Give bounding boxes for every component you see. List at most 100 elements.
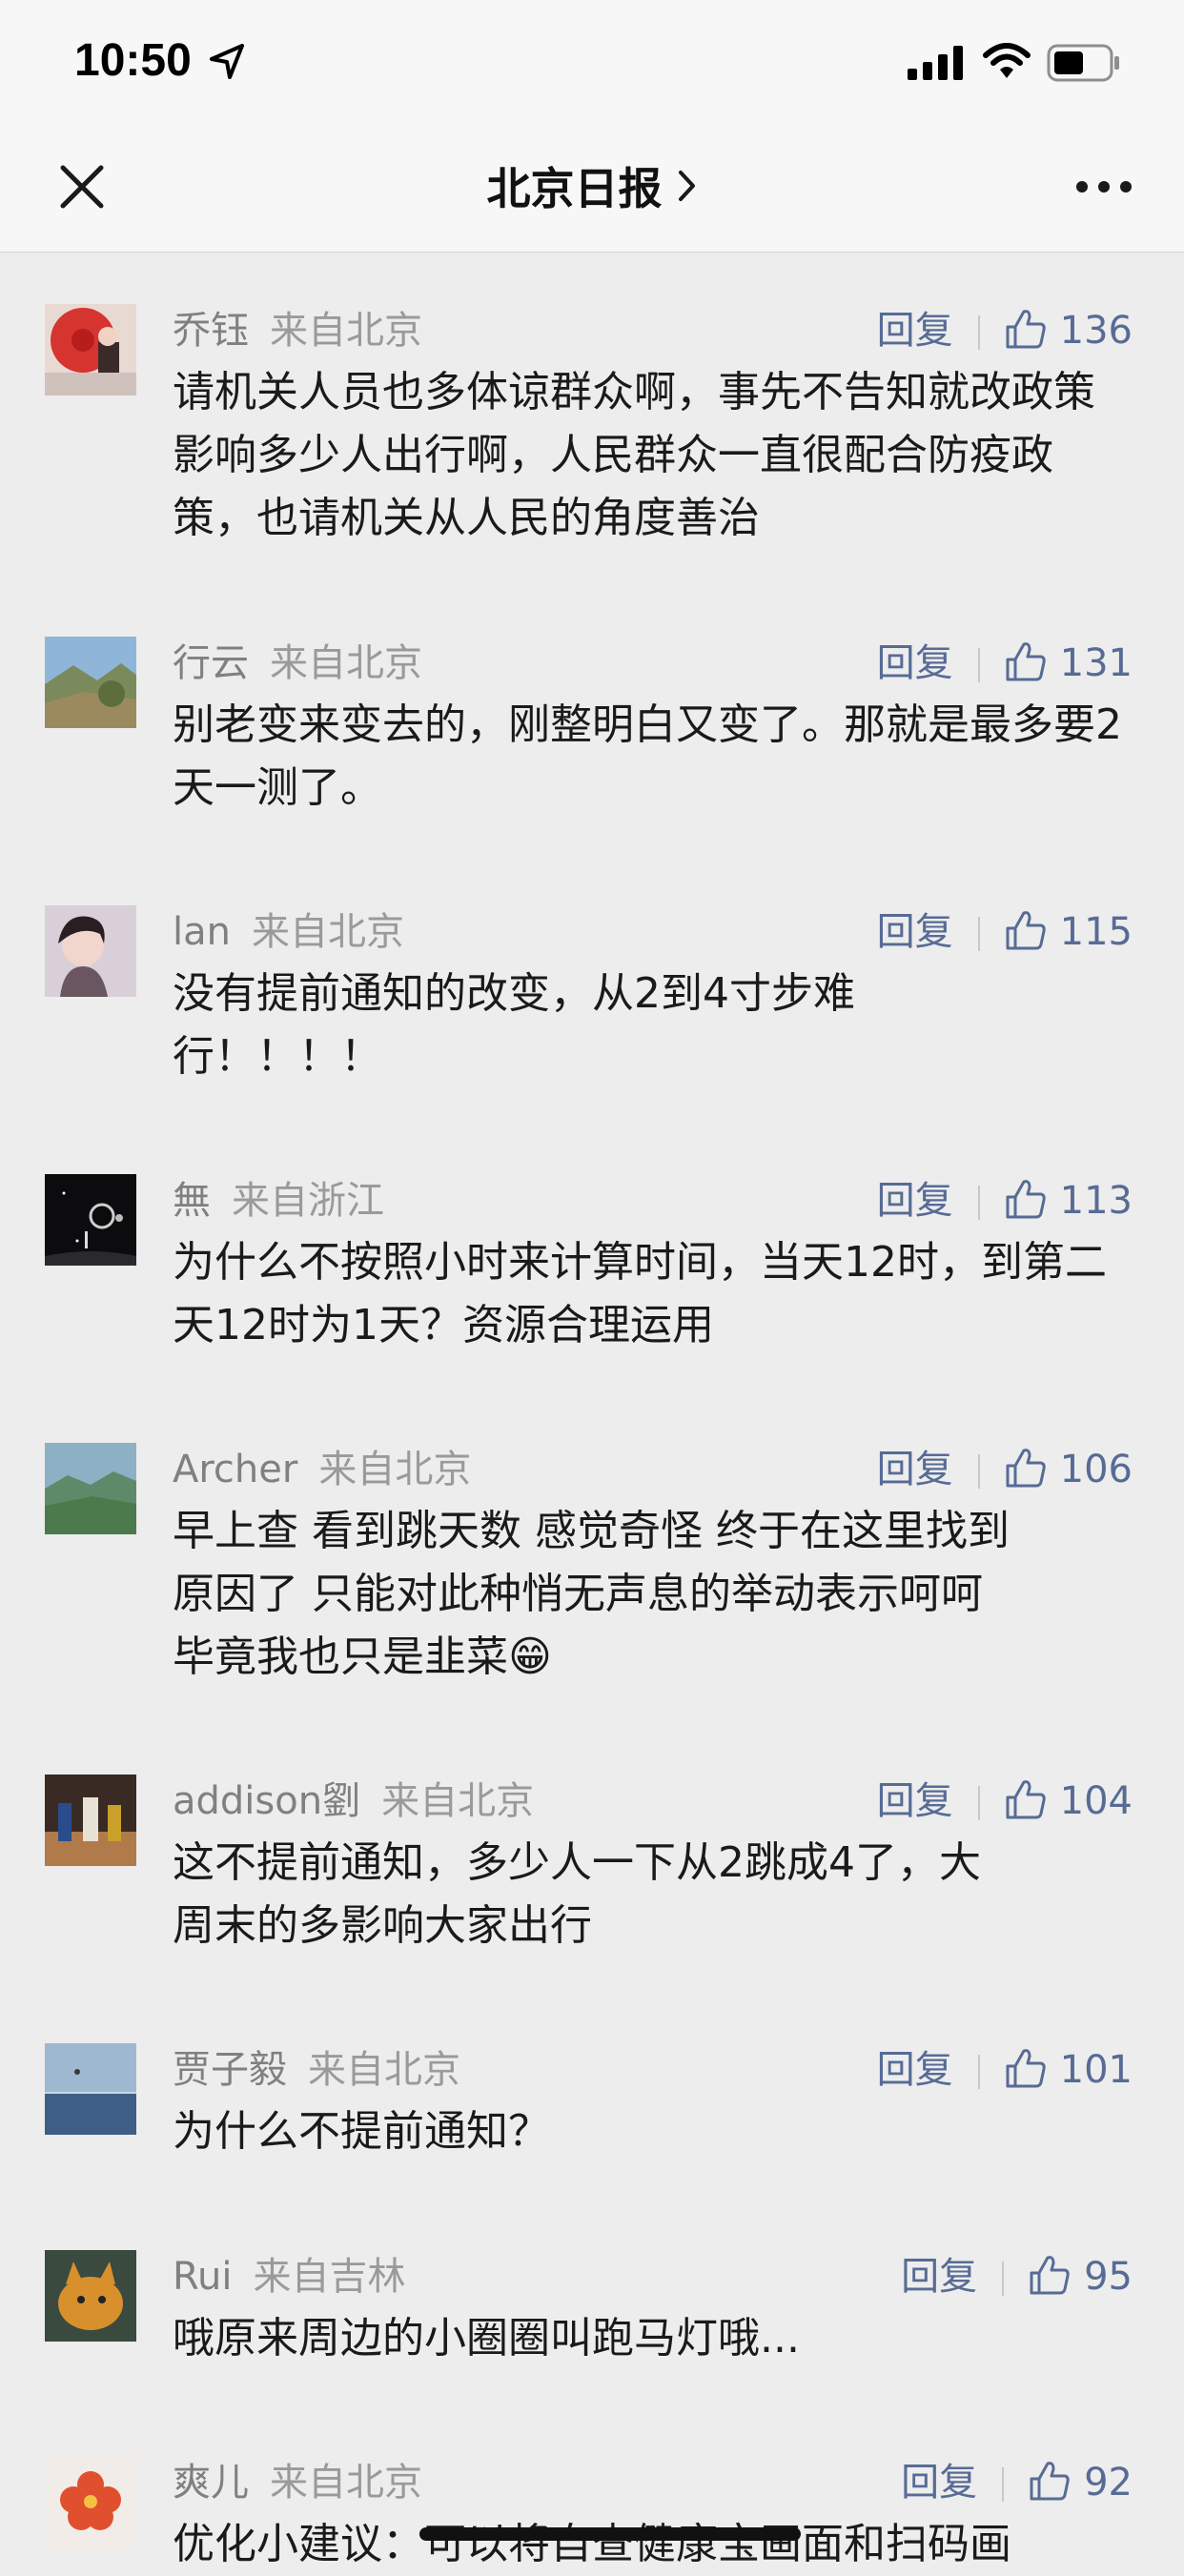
status-time: 10:50 (74, 35, 192, 86)
like-count: 131 (1059, 641, 1133, 685)
comment-meta: Rui 来自吉林 (173, 2248, 405, 2305)
like-count: 101 (1059, 2048, 1133, 2092)
wifi-icon (983, 43, 1031, 78)
thumbs-up-icon[interactable] (1005, 1778, 1047, 1820)
location-arrow-icon (210, 44, 244, 79)
nav-bar: 北京日报 (0, 126, 1184, 253)
comment-meta: 乔钰 来自北京 (173, 302, 422, 359)
status-bar: 10:50 (0, 0, 1184, 126)
page-title[interactable]: 北京日报 (486, 163, 662, 214)
comment-meta: 贾子毅 来自北京 (173, 2041, 460, 2099)
like-count: 113 (1059, 1179, 1133, 1223)
thumbs-up-icon[interactable] (1005, 308, 1047, 350)
location: 来自北京 (251, 910, 404, 954)
divider (1002, 2262, 1005, 2296)
avatar[interactable] (45, 304, 136, 396)
divider (977, 917, 980, 951)
divider (977, 648, 980, 682)
like-count: 95 (1084, 2255, 1133, 2299)
username[interactable]: 乔钰 (173, 309, 249, 353)
divider (977, 2055, 980, 2089)
thumbs-up-icon[interactable] (1029, 2460, 1071, 2502)
divider (977, 1786, 980, 1820)
comment-text: 没有提前通知的改变，从2到4寸步难 行！！！！ (173, 969, 855, 1081)
avatar[interactable] (45, 2250, 136, 2342)
comment-text: 哦原来周边的小圈圈叫跑马灯哦... (173, 2314, 800, 2363)
more-icon[interactable] (1075, 179, 1133, 194)
like-count: 92 (1084, 2461, 1133, 2505)
comment-text: 为什么不按照小时来计算时间，当天12时，到第二天12时为1天？资源合理运用 (173, 1238, 1107, 1349)
comment-text: 优化小建议：可以将自查健康宝画面和扫码画 (173, 2520, 1011, 2568)
comment-actions: 回复 106 (877, 1441, 1133, 1498)
location: 来自浙江 (232, 1179, 384, 1223)
location: 来自北京 (318, 1448, 472, 1491)
cellular-signal-icon (908, 46, 963, 80)
comment-meta: 行云 来自北京 (173, 635, 422, 692)
reply-button[interactable]: 回复 (877, 903, 953, 961)
reply-button[interactable]: 回复 (877, 1773, 953, 1830)
thumbs-up-icon[interactable] (1005, 909, 1047, 951)
reply-button[interactable]: 回复 (877, 1441, 953, 1498)
battery-icon (1047, 44, 1119, 82)
comment-actions: 回复 104 (877, 1773, 1133, 1830)
reply-button[interactable]: 回复 (901, 2454, 977, 2511)
divider (977, 1454, 980, 1489)
reply-button[interactable]: 回复 (901, 2248, 977, 2305)
username[interactable]: Rui (173, 2255, 232, 2299)
divider (977, 315, 980, 350)
reply-button[interactable]: 回复 (877, 635, 953, 692)
thumbs-up-icon[interactable] (1005, 1178, 1047, 1220)
like-count: 104 (1059, 1779, 1133, 1823)
divider (977, 1186, 980, 1220)
thumbs-up-icon[interactable] (1029, 2254, 1071, 2296)
comment-meta: addison劉 来自北京 (173, 1773, 534, 1830)
avatar[interactable] (45, 1775, 136, 1866)
reply-button[interactable]: 回复 (877, 2041, 953, 2099)
comment-text: 别老变来变去的，刚整明白又变了。那就是最多要2天一测了。 (173, 700, 1122, 812)
thumbs-up-icon[interactable] (1005, 640, 1047, 682)
avatar[interactable] (45, 1174, 136, 1266)
comment-meta: 無来自浙江 (173, 1172, 384, 1229)
avatar[interactable] (45, 637, 136, 728)
comment-meta: 爽儿 来自北京 (173, 2454, 422, 2511)
comment-actions: 回复 92 (901, 2454, 1133, 2511)
location: 来自北京 (381, 1779, 535, 1823)
like-count: 136 (1059, 309, 1133, 353)
chevron-right-icon[interactable] (677, 167, 698, 205)
comment-text: 请机关人员也多体谅群众啊，事先不告知就改政策影响多少人出行啊，人民群众一直很配合… (173, 368, 1095, 542)
username[interactable]: 爽儿 (173, 2461, 249, 2505)
title-wrap[interactable]: 北京日报 (0, 154, 1184, 217)
comment-text: 这不提前通知，多少人一下从2跳成4了，大 周末的多影响大家出行 (173, 1838, 981, 1950)
username[interactable]: lan (173, 910, 231, 954)
home-indicator[interactable] (419, 2527, 801, 2541)
location: 来自北京 (308, 2048, 460, 2092)
username[interactable]: 贾子毅 (173, 2048, 287, 2092)
location: 来自北京 (270, 641, 422, 685)
avatar[interactable] (45, 1443, 136, 1534)
location: 来自北京 (270, 309, 422, 353)
thumbs-up-icon[interactable] (1005, 2047, 1047, 2089)
comment-actions: 回复 95 (901, 2248, 1133, 2305)
username[interactable]: 行云 (173, 641, 249, 685)
comment-text: 为什么不提前通知？ (173, 2107, 550, 2156)
username[interactable]: Archer (173, 1448, 297, 1491)
like-count: 106 (1059, 1448, 1133, 1491)
reply-button[interactable]: 回复 (877, 302, 953, 359)
reply-button[interactable]: 回复 (877, 1172, 953, 1229)
comment-actions: 回复 131 (877, 635, 1133, 692)
avatar[interactable] (45, 2043, 136, 2135)
comment-text: 早上查 看到跳天数 感觉奇怪 终于在这里找到 原因了 只能对此种悄无声息的举动表… (173, 1507, 1010, 1681)
comment-meta: Archer 来自北京 (173, 1441, 471, 1498)
location: 来自吉林 (253, 2255, 406, 2299)
comment-meta: lan 来自北京 (173, 903, 404, 961)
username[interactable]: 無 (173, 1179, 211, 1223)
username[interactable]: addison劉 (173, 1779, 360, 1823)
comment-actions: 回复 113 (877, 1172, 1133, 1229)
location: 来自北京 (270, 2461, 422, 2505)
divider (1002, 2467, 1005, 2502)
comment-actions: 回复 136 (877, 302, 1133, 359)
thumbs-up-icon[interactable] (1005, 1447, 1047, 1489)
avatar[interactable] (45, 905, 136, 997)
avatar[interactable] (45, 2456, 136, 2547)
comment-actions: 回复 101 (877, 2041, 1133, 2099)
